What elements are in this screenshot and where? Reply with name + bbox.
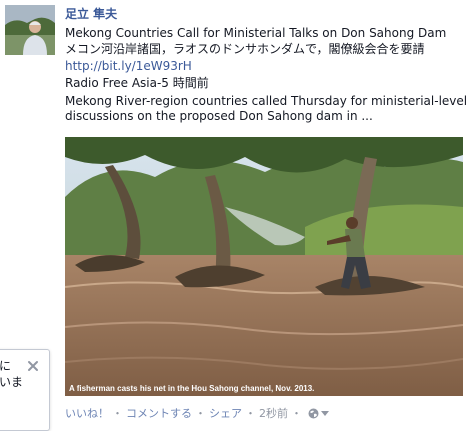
post-timestamp[interactable]: 2秒前 — [259, 405, 288, 421]
share-link[interactable]: シェア — [209, 405, 242, 421]
link-photo[interactable]: A fisherman casts his net in the Hou Sah… — [65, 137, 463, 396]
link-summary-line-2: discussions on the proposed Don Sahong d… — [65, 109, 373, 123]
privacy-dropdown-icon[interactable] — [321, 410, 329, 416]
post-action-bar: いいね！ ・ コメントする ・ シェア ・ 2秒前 ・ — [65, 405, 329, 421]
notification-popup: に いま — [0, 349, 50, 431]
separator: ・ — [291, 407, 302, 420]
comment-link[interactable]: コメントする — [126, 405, 192, 421]
photo-illustration — [65, 137, 463, 396]
separator: ・ — [112, 407, 123, 420]
link-source: Radio Free Asia-5 時間前 — [65, 76, 209, 90]
close-icon[interactable] — [26, 358, 40, 372]
author-name[interactable]: 足立 隼夫 — [65, 5, 117, 22]
separator: ・ — [245, 407, 256, 420]
globe-icon[interactable] — [308, 408, 319, 419]
photo-caption: A fisherman casts his net in the Hou Sah… — [69, 384, 315, 393]
post-link[interactable]: http://bit.ly/1eW93rH — [65, 57, 192, 75]
popup-text-line-2: いま — [0, 375, 24, 389]
post-text-line-2: メコン河沿岸諸国，ラオスのドンサホンダムで，閣僚級会合を要請 — [65, 42, 425, 56]
like-link[interactable]: いいね！ — [65, 405, 109, 421]
separator: ・ — [195, 407, 206, 420]
author-avatar[interactable] — [5, 5, 55, 55]
